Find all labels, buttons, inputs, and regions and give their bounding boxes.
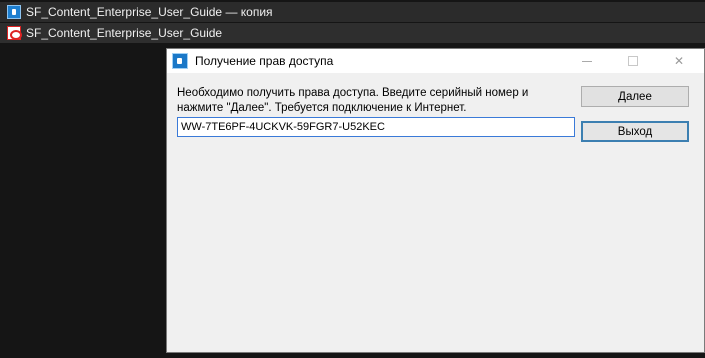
maximize-icon [628, 56, 638, 66]
next-button[interactable]: Далее [581, 86, 689, 107]
background-window-label: SF_Content_Enterprise_User_Guide — копия [26, 5, 273, 19]
minimize-icon [582, 61, 592, 62]
exit-button[interactable]: Выход [581, 121, 689, 142]
app-icon [7, 5, 21, 19]
access-dialog: Получение прав доступа ✕ Необходимо полу… [166, 48, 705, 353]
pdf-icon [7, 26, 22, 40]
close-button[interactable]: ✕ [656, 49, 702, 73]
background-window-item[interactable]: SF_Content_Enterprise_User_Guide — копия [0, 2, 705, 22]
serial-number-input[interactable] [177, 117, 575, 137]
background-window-item[interactable]: SF_Content_Enterprise_User_Guide [0, 23, 705, 43]
maximize-button[interactable] [610, 49, 656, 73]
close-icon: ✕ [673, 54, 685, 68]
dialog-title: Получение прав доступа [195, 54, 334, 68]
dialog-titlebar[interactable]: Получение прав доступа ✕ [167, 49, 704, 73]
dialog-app-icon [172, 53, 188, 69]
dialog-message: Необходимо получить права доступа. Введи… [177, 87, 529, 114]
minimize-button[interactable] [564, 49, 610, 73]
background-window-label: SF_Content_Enterprise_User_Guide [26, 26, 223, 40]
